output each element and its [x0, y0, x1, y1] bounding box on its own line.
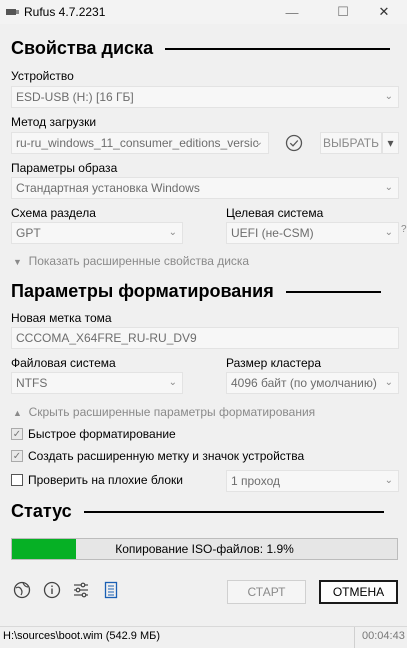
title-bar: Rufus 4.7.2231 — ☐ ✕	[0, 0, 407, 24]
chevron-down-icon: ▾	[387, 136, 394, 150]
settings-sliders-icon[interactable]	[71, 580, 91, 600]
status-bar-file: H:\sources\boot.wim (542.9 МБ)	[3, 630, 160, 642]
select-image-dropdown[interactable]: ▾	[382, 132, 399, 154]
chevron-down-icon: ⌄	[384, 227, 393, 238]
image-options-select[interactable]: Стандартная установка Windows ⌄	[11, 177, 399, 199]
target-system-select[interactable]: UEFI (не-CSM) ⌄	[226, 222, 399, 244]
status-bar: H:\sources\boot.wim (542.9 МБ) 00:04:43	[0, 626, 407, 648]
cancel-button[interactable]: ОТМЕНА	[319, 580, 398, 604]
image-options-label: Параметры образа	[11, 161, 118, 175]
progress-text: Копирование ISO-файлов: 1.9%	[115, 542, 294, 556]
start-button[interactable]: СТАРТ	[227, 580, 306, 604]
chevron-down-icon: ⌄	[168, 227, 177, 238]
checkbox-empty-icon	[11, 474, 23, 486]
file-system-select[interactable]: NTFS ⌄	[11, 372, 183, 394]
cluster-size-label: Размер кластера	[226, 356, 322, 370]
heading-rule	[83, 510, 384, 513]
file-system-label: Файловая система	[11, 356, 116, 370]
cluster-size-select[interactable]: 4096 байт (по умолчанию) ⌄	[226, 372, 399, 394]
passes-select[interactable]: 1 проход ⌄	[226, 470, 399, 492]
heading-rule	[165, 47, 391, 50]
format-options-heading: Параметры форматирования	[11, 281, 381, 302]
target-system-label: Целевая система	[226, 206, 324, 220]
checkmark-icon: ✓	[11, 450, 23, 462]
chevron-down-icon: ⌄	[384, 182, 393, 193]
extended-label-checkbox[interactable]: ✓ Создать расширенную метку и значок уст…	[11, 449, 304, 463]
boot-method-select[interactable]: ru-ru_windows_11_consumer_editions_versi…	[11, 132, 269, 154]
boot-method-label: Метод загрузки	[11, 115, 97, 129]
log-book-icon[interactable]	[101, 580, 121, 600]
progress-bar: Копирование ISO-файлов: 1.9%	[11, 538, 398, 560]
partition-scheme-label: Схема раздела	[11, 206, 96, 220]
bad-blocks-checkbox[interactable]: Проверить на плохие блоки	[11, 473, 183, 487]
chevron-down-icon: ⌄	[254, 137, 263, 148]
partition-scheme-select[interactable]: GPT ⌄	[11, 222, 183, 244]
window-title: Rufus 4.7.2231	[24, 5, 106, 19]
app-usb-icon	[6, 9, 19, 15]
device-label: Устройство	[11, 69, 74, 83]
checkmark-icon: ✓	[11, 428, 23, 440]
show-advanced-disk-toggle[interactable]: ▼ Показать расширенные свойства диска	[13, 254, 249, 268]
select-image-button[interactable]: ВЫБРАТЬ	[320, 132, 382, 154]
elapsed-time: 00:04:43	[362, 630, 405, 642]
language-globe-icon[interactable]	[12, 580, 32, 600]
status-divider	[354, 627, 355, 648]
check-circle-icon[interactable]	[285, 134, 303, 152]
chevron-down-icon: ⌄	[384, 377, 393, 388]
volume-label-input[interactable]: CCCOMA_X64FRE_RU-RU_DV9	[11, 327, 399, 349]
heading-rule	[285, 290, 381, 293]
chevron-down-icon: ⌄	[384, 475, 393, 486]
close-button[interactable]: ✕	[361, 0, 407, 24]
info-icon[interactable]	[42, 580, 62, 600]
quick-format-checkbox[interactable]: ✓ Быстрое форматирование	[11, 427, 176, 441]
disk-properties-heading: Свойства диска	[11, 38, 391, 59]
volume-label-label: Новая метка тома	[11, 311, 112, 325]
minimize-button[interactable]: —	[269, 0, 315, 24]
target-help-icon[interactable]: ?	[401, 224, 407, 235]
status-heading: Статус	[11, 501, 384, 522]
chevron-down-icon: ⌄	[168, 377, 177, 388]
hide-advanced-format-toggle[interactable]: ▲ Скрыть расширенные параметры форматиро…	[13, 405, 315, 419]
chevron-down-icon: ⌄	[384, 91, 393, 102]
chevron-up-icon: ▲	[13, 408, 22, 418]
device-select[interactable]: ESD-USB (H:) [16 ГБ] ⌄	[11, 86, 399, 108]
maximize-button[interactable]: ☐	[320, 0, 366, 24]
chevron-down-icon: ▼	[13, 257, 22, 267]
